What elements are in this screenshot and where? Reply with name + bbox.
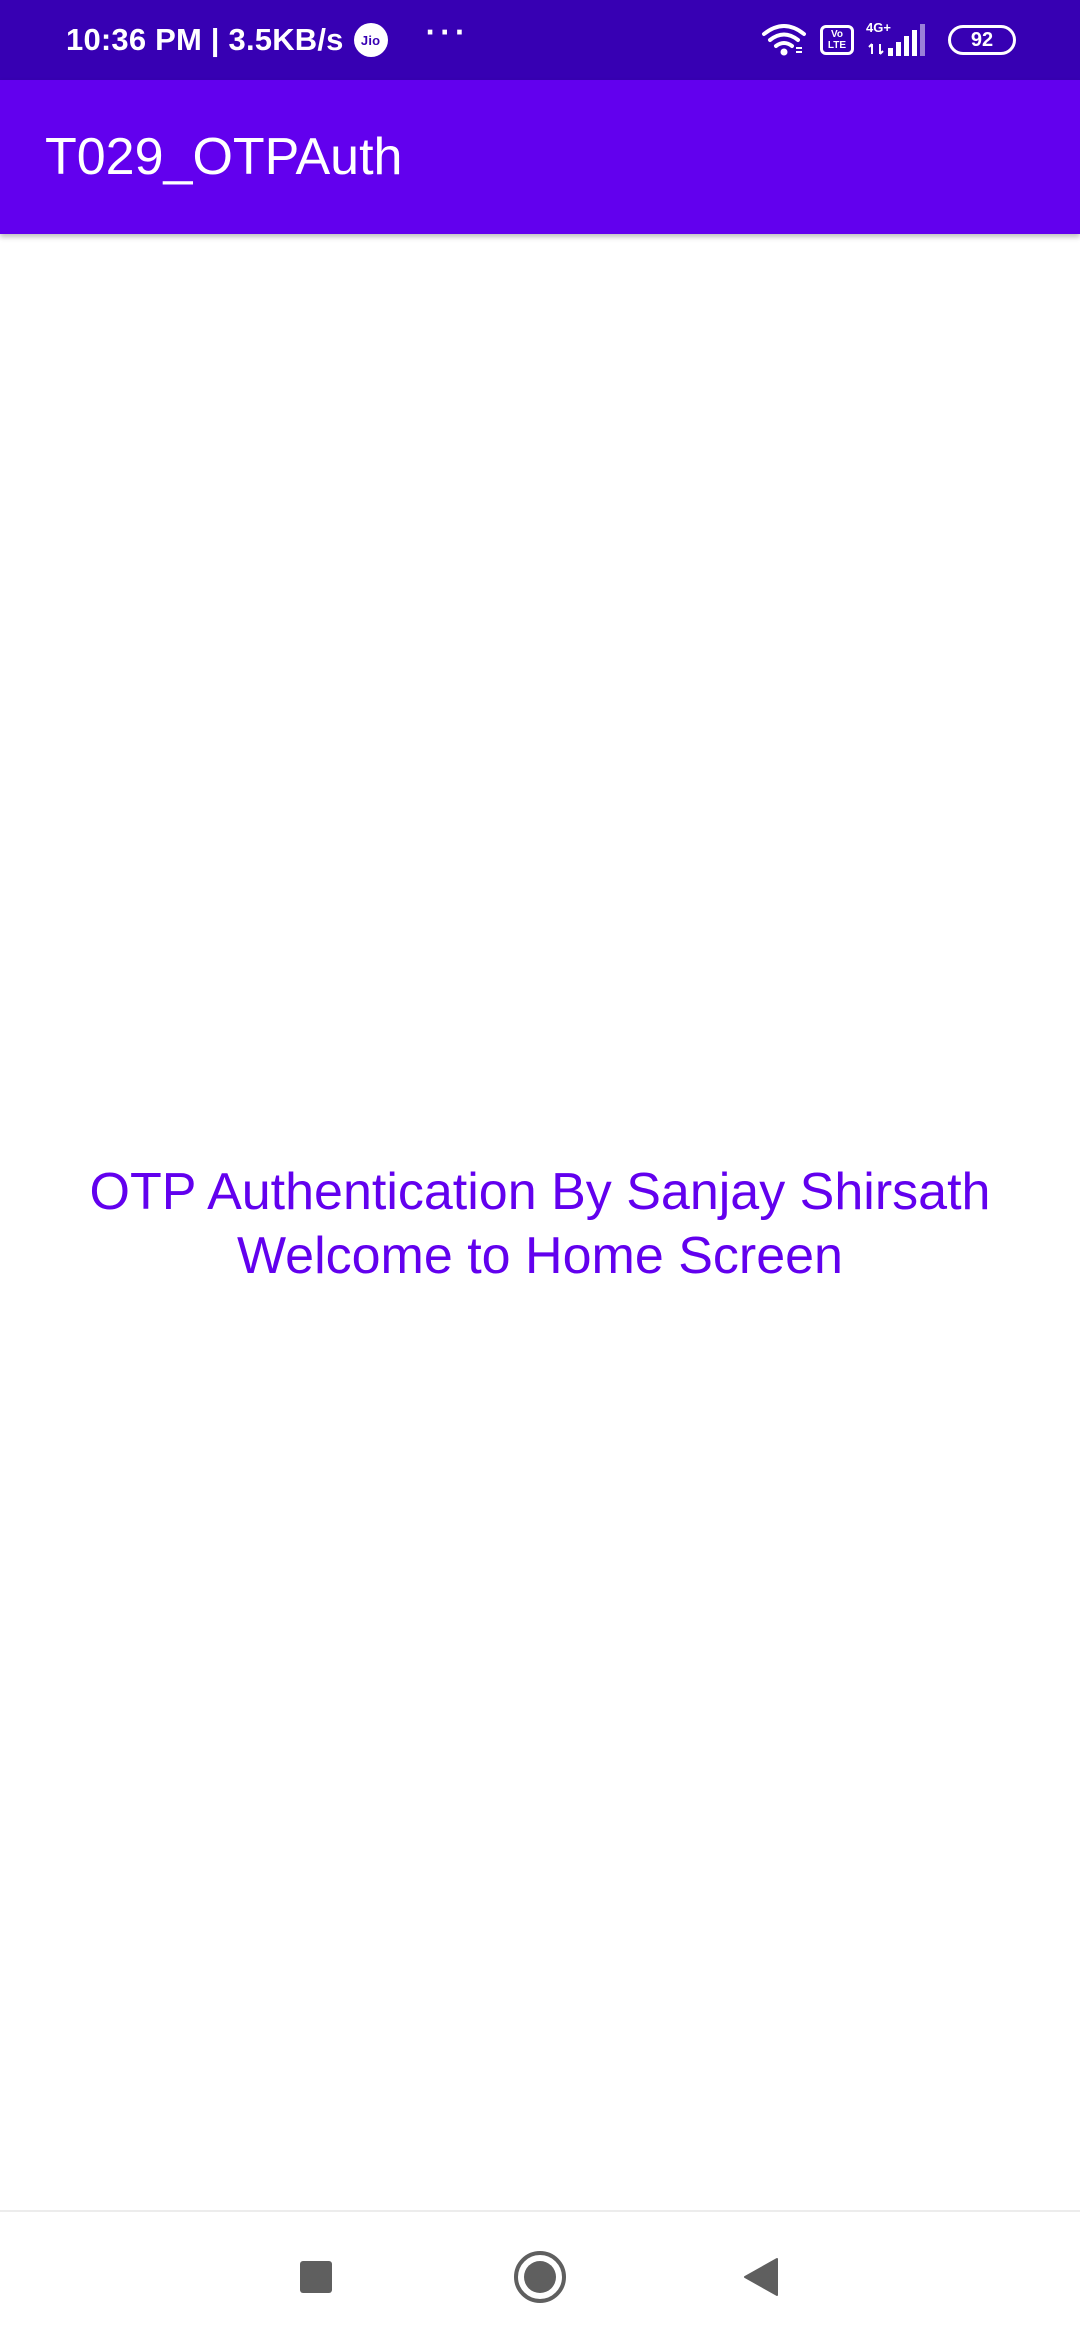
main-content: OTP Authentication By Sanjay Shirsath We… (0, 234, 1080, 2210)
volte-icon: Vo LTE (820, 25, 854, 55)
phone-screen: 10:36 PM | 3.5KB/s Jio ··· Vo LTE 4G+ 92… (0, 0, 1080, 2340)
home-icon (514, 2251, 566, 2303)
battery-level: 92 (970, 28, 994, 51)
navigation-bar (0, 2210, 1080, 2340)
recents-button[interactable] (281, 2242, 351, 2312)
status-right: Vo LTE 4G+ 92 (760, 0, 1016, 80)
status-bar: 10:36 PM | 3.5KB/s Jio ··· Vo LTE 4G+ 92 (0, 0, 1080, 80)
signal-icon: 4G+ (866, 20, 930, 60)
back-icon (744, 2258, 778, 2296)
network-type: 4G+ (866, 20, 891, 35)
battery-icon: 92 (948, 25, 1016, 55)
back-button[interactable] (726, 2242, 796, 2312)
home-button[interactable] (505, 2242, 575, 2312)
jio-icon: Jio (353, 23, 388, 57)
app-title: T029_OTPAuth (45, 128, 403, 186)
welcome-line-2: Welcome to Home Screen (237, 1227, 843, 1285)
welcome-line-1: OTP Authentication By Sanjay Shirsath (89, 1163, 991, 1221)
wifi-icon (762, 24, 806, 56)
status-left: 10:36 PM | 3.5KB/s Jio ··· (66, 0, 470, 80)
welcome-text: OTP Authentication By Sanjay Shirsath We… (0, 1160, 1080, 1288)
app-bar: T029_OTPAuth (0, 80, 1080, 234)
recents-icon (300, 2261, 332, 2293)
more-notifications-icon: ··· (425, 14, 470, 50)
time-and-speed: 10:36 PM | 3.5KB/s (66, 22, 344, 57)
